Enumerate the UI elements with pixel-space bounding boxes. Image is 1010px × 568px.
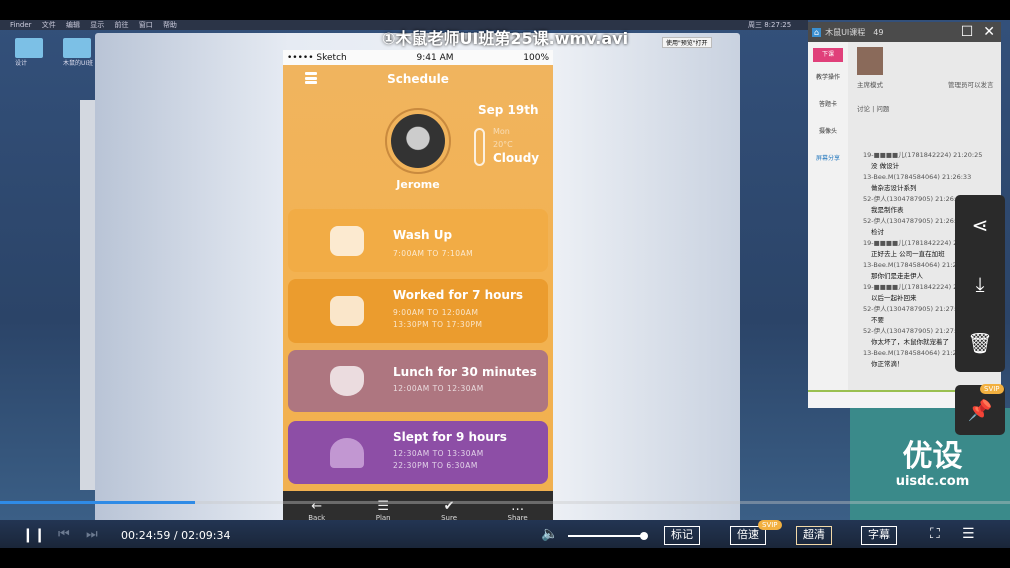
weekday: Mon: [493, 127, 510, 136]
status-time: 9:41 AM: [416, 52, 454, 63]
card-title: Worked for 7 hours: [393, 288, 524, 302]
pin-icon: 📌: [967, 398, 993, 422]
menu-item[interactable]: 文件: [42, 21, 56, 29]
schedule-card-lunch[interactable]: Lunch for 30 minutes 12:00AM TO 12:30AM: [288, 350, 548, 412]
raise-hand-button[interactable]: 下课: [813, 48, 843, 62]
subtitle-button[interactable]: 字幕: [861, 526, 897, 545]
answer-card[interactable]: 答题卡: [808, 99, 848, 108]
message-sender: 13-Bee.M(1784584064) 21:26:33: [863, 173, 972, 181]
card-time: 22:30PM TO 6:30AM: [393, 461, 478, 470]
thermometer-icon: [474, 128, 485, 166]
desktop-folder[interactable]: 木鼠的UI班: [63, 38, 93, 67]
video-title: ①木鼠老师UI班第25课.wmv.avi: [381, 29, 629, 48]
speed-svip-badge: SVIP: [758, 520, 782, 530]
menu-item[interactable]: 编辑: [66, 21, 80, 29]
message-text: 做杂志设计系列: [871, 184, 917, 192]
camera[interactable]: 摄像头: [808, 126, 848, 135]
card-time: 12:30AM TO 13:30AM: [393, 449, 484, 458]
watermark-url: uisdc.com: [895, 474, 970, 489]
manage-label: 管理员可以发言: [948, 81, 994, 89]
user-name: Jerome: [396, 178, 440, 191]
schedule-card-work[interactable]: Worked for 7 hours 9:00AM TO 12:00AM 13:…: [288, 279, 548, 343]
home-icon[interactable]: ⌂: [812, 27, 822, 37]
message-sender: 19-■■■■儿(1781842224) 21:20:25: [863, 151, 983, 159]
card-time: 9:00AM TO 12:00AM: [393, 308, 479, 317]
mode-label[interactable]: 主席模式: [857, 80, 883, 91]
clock: 周三 8:27:25: [748, 21, 792, 29]
temperature: 20°C: [493, 140, 513, 149]
watermark-brand: 优设: [902, 439, 963, 474]
volume-slider[interactable]: [568, 535, 644, 537]
chat-window-title: 木鼠UI课程: [825, 27, 866, 37]
page-title: Schedule: [387, 72, 449, 86]
progress-fill: [0, 501, 195, 504]
teacher-avatar: [857, 47, 883, 75]
delete-icon[interactable]: 🗑: [967, 331, 992, 355]
screen-share[interactable]: 屏幕分享: [808, 153, 848, 162]
computer-icon: [330, 296, 364, 326]
maximize-icon[interactable]: ☐: [961, 24, 974, 40]
sleep-icon: [330, 437, 364, 468]
menu-item[interactable]: 显示: [90, 21, 104, 29]
current-time: 00:24:59: [121, 529, 171, 542]
volume-handle[interactable]: [640, 532, 648, 540]
battery: 100%: [523, 52, 549, 63]
card-time: 12:00AM TO 12:30AM: [393, 384, 484, 393]
volume-icon[interactable]: 🔈: [541, 526, 558, 542]
card-time: 7:00AM TO 7:10AM: [393, 249, 474, 258]
folder-label: 设计: [15, 60, 28, 67]
fork-knife-icon: [330, 366, 364, 396]
status-bar: ••••• Sketch 9:41 AM 100%: [283, 50, 553, 65]
phone-mockup: ••••• Sketch 9:41 AM 100% Schedule Jerom…: [283, 50, 553, 530]
fullscreen-icon[interactable]: ⛶: [930, 526, 940, 542]
side-action-panel: ⋖ ⤓ 🗑: [955, 195, 1005, 372]
menu-item[interactable]: 窗口: [139, 21, 153, 29]
card-time: 13:30PM TO 17:30PM: [393, 320, 483, 329]
menu-item[interactable]: Finder: [10, 21, 32, 29]
carrier: ••••• Sketch: [287, 52, 347, 63]
card-title: Slept for 9 hours: [393, 430, 507, 444]
pause-icon[interactable]: ❙❙: [22, 527, 45, 543]
menu-item[interactable]: 前往: [114, 21, 128, 29]
background-window: [80, 100, 95, 490]
playlist-icon[interactable]: ☰: [962, 526, 975, 542]
quality-button[interactable]: 超清: [796, 526, 832, 545]
teaching-ops[interactable]: 教学操作: [808, 72, 848, 81]
watermark: 优设 uisdc.com: [880, 439, 985, 490]
svip-badge: SVIP: [980, 384, 1004, 394]
previous-icon[interactable]: ⏮: [58, 527, 70, 542]
user-count: 49: [873, 27, 884, 37]
bathtub-icon: [330, 225, 364, 256]
avatar[interactable]: [385, 108, 451, 174]
close-icon[interactable]: ✕: [983, 24, 995, 40]
total-time: 02:09:34: [181, 529, 231, 542]
date: Sep 19th: [478, 103, 539, 117]
chat-titlebar: ⌂ 木鼠UI课程 49 ☐ ✕: [808, 22, 1001, 42]
schedule-card-sleep[interactable]: Slept for 9 hours 12:30AM TO 13:30AM 22:…: [288, 421, 548, 484]
time-display: 00:24:59 / 02:09:34: [121, 529, 231, 542]
menu-item[interactable]: 帮助: [163, 21, 177, 29]
download-icon[interactable]: ⤓: [976, 272, 985, 296]
share-icon[interactable]: ⋖: [972, 213, 989, 237]
chat-tabs[interactable]: 讨论 | 问题: [857, 104, 889, 115]
message-text: 没 做设计: [871, 162, 900, 170]
progress-bar[interactable]: [0, 501, 1010, 504]
next-icon[interactable]: ⏭: [86, 527, 98, 542]
schedule-card-wash-up[interactable]: Wash Up 7:00AM TO 7:10AM: [288, 209, 548, 272]
folder-label: 木鼠的UI班: [63, 60, 94, 67]
card-title: Lunch for 30 minutes: [393, 365, 537, 379]
weather-condition: Cloudy: [493, 151, 540, 165]
desktop-folder[interactable]: 设计: [15, 38, 43, 67]
chat-sidebar: 下课 教学操作 答题卡 摄像头 屏幕分享: [808, 42, 848, 392]
mark-button[interactable]: 标记: [664, 526, 700, 545]
card-title: Wash Up: [393, 228, 453, 242]
